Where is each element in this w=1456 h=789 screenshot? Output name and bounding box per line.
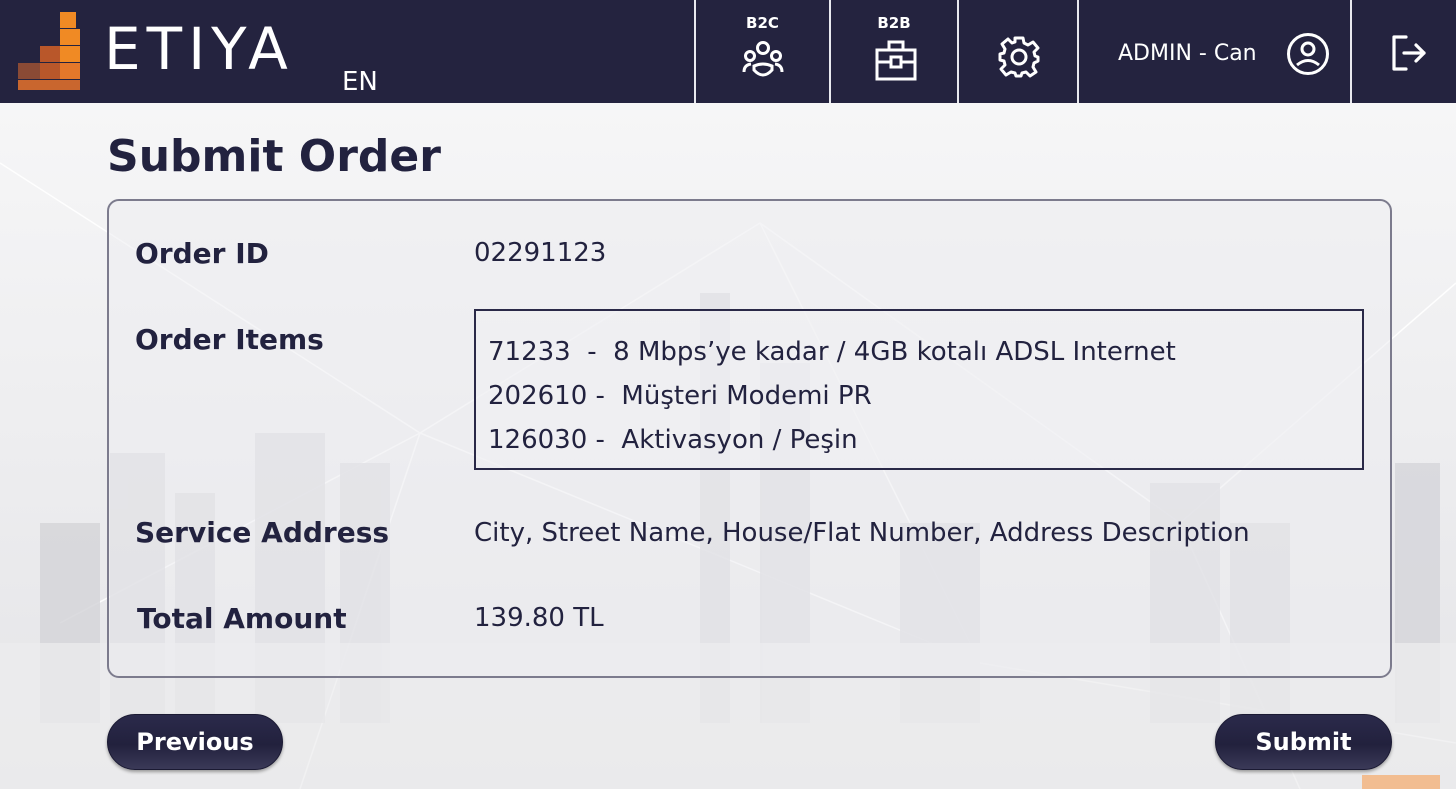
order-id-label: Order ID xyxy=(135,237,269,270)
header-divider xyxy=(1350,0,1352,103)
brand-name: ETIYA xyxy=(104,15,294,83)
user-name[interactable]: ADMIN - Can xyxy=(1118,40,1257,68)
logout-icon[interactable] xyxy=(1390,34,1430,72)
list-item: 202610 - Müşteri Modemi PR xyxy=(488,381,872,411)
service-address-value: City, Street Name, House/Flat Number, Ad… xyxy=(474,518,1250,548)
user-circle-icon[interactable] xyxy=(1286,32,1330,76)
settings-button[interactable] xyxy=(959,0,1077,103)
order-items-list: 71233 - 8 Mbps’ye kadar / 4GB kotalı ADS… xyxy=(474,309,1364,470)
total-amount-value: 139.80 TL xyxy=(474,603,604,633)
language-selector[interactable]: EN xyxy=(342,66,378,98)
etiya-logo-mark xyxy=(18,12,80,90)
b2b-button[interactable]: B2B xyxy=(831,0,957,103)
service-address-label: Service Address xyxy=(135,516,390,549)
b2c-people-icon xyxy=(742,41,784,77)
gear-icon xyxy=(998,36,1040,78)
previous-button[interactable]: Previous xyxy=(107,714,283,770)
b2c-button[interactable]: B2C xyxy=(696,0,829,103)
total-amount-label: Total Amount xyxy=(137,602,347,635)
b2c-label: B2C xyxy=(746,14,779,32)
submit-button[interactable]: Submit xyxy=(1215,714,1392,770)
list-item: 71233 - 8 Mbps’ye kadar / 4GB kotalı ADS… xyxy=(488,337,1176,367)
b2b-briefcase-icon xyxy=(875,40,917,81)
order-items-label: Order Items xyxy=(135,323,324,356)
list-item: 126030 - Aktivasyon / Peşin xyxy=(488,425,858,455)
b2b-label: B2B xyxy=(877,14,911,32)
page-title: Submit Order xyxy=(107,131,441,182)
order-id-value: 02291123 xyxy=(474,238,607,268)
header-divider xyxy=(1077,0,1079,103)
top-header: ETIYA EN B2C B2B ADMIN - Can xyxy=(0,0,1456,103)
